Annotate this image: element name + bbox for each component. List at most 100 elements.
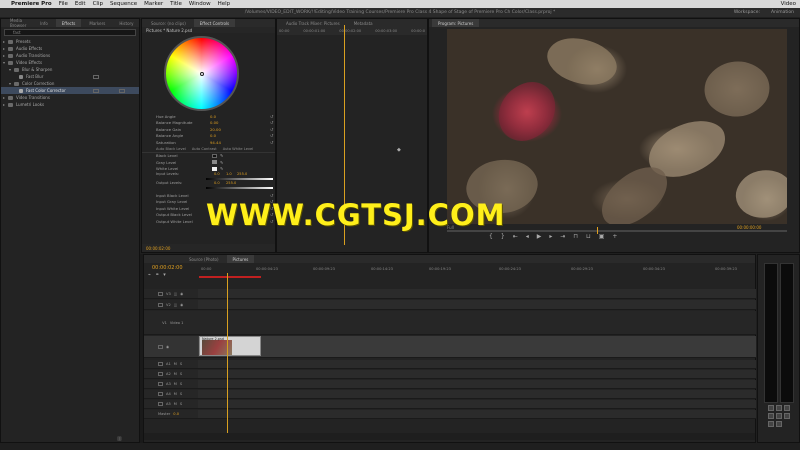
track-target-toggle[interactable] xyxy=(158,392,163,396)
fx-ruler[interactable]: 00:00 00:00:01:00 00:00:02:00 00:00:03:0… xyxy=(277,27,427,35)
menu-window[interactable]: Window xyxy=(189,1,211,7)
tree-item-audio-transitions[interactable]: ▸ Audio Transitions xyxy=(1,52,139,59)
mute-icon[interactable]: M xyxy=(174,392,177,396)
eye-icon[interactable]: ◉ xyxy=(180,292,183,296)
wheel-handle[interactable] xyxy=(200,72,204,76)
timeline-clip[interactable]: Nature 2.psd xyxy=(199,336,261,356)
menu-file[interactable]: File xyxy=(59,1,68,7)
eyedropper-icon[interactable]: ✎ xyxy=(220,160,223,165)
tree-item-video-transitions[interactable]: ▸ Video Transitions xyxy=(1,94,139,101)
color-swatch[interactable] xyxy=(212,166,217,171)
track-target-toggle[interactable] xyxy=(158,344,163,349)
extract-icon[interactable]: ⊔ xyxy=(586,233,591,240)
master-volume-value[interactable]: 0.0 xyxy=(173,412,179,416)
tab-effect-controls[interactable]: Effect Controls xyxy=(193,19,236,27)
eye-icon[interactable]: ◉ xyxy=(166,345,169,349)
menu-clip[interactable]: Clip xyxy=(93,1,103,7)
tree-item-video-effects[interactable]: ▾ Video Effects xyxy=(1,59,139,66)
menu-title[interactable]: Title xyxy=(170,1,182,7)
tree-item-lumetri-looks[interactable]: ▸ Lumetri Looks xyxy=(1,101,139,108)
work-area-bar[interactable] xyxy=(199,276,261,278)
eye-icon[interactable]: ◉ xyxy=(180,303,183,307)
lift-icon[interactable]: ⊓ xyxy=(573,233,578,240)
mark-out-icon[interactable]: } xyxy=(501,233,505,240)
menubar-video[interactable]: Video xyxy=(781,1,796,7)
reset-icon[interactable]: ↺ xyxy=(270,133,273,138)
menu-help[interactable]: Help xyxy=(218,1,231,7)
reset-icon[interactable]: ↺ xyxy=(270,114,273,119)
add-button-icon[interactable]: + xyxy=(612,233,617,240)
lock-icon[interactable]: ◫ xyxy=(174,292,177,296)
param-value[interactable]: 0.0 xyxy=(210,114,216,119)
param-value[interactable]: 94.44 xyxy=(210,140,221,145)
track-target-toggle[interactable] xyxy=(158,382,163,386)
mute-icon[interactable]: M xyxy=(174,402,177,406)
go-to-in-icon[interactable]: ⇤ xyxy=(513,233,518,240)
auto-black-level-button[interactable]: Auto Black Level xyxy=(156,147,186,151)
reset-icon[interactable]: ↺ xyxy=(270,140,273,145)
app-name-menu[interactable]: Premiere Pro xyxy=(11,1,52,7)
solo-icon[interactable]: S xyxy=(180,382,182,386)
reset-icon[interactable]: ↺ xyxy=(270,127,273,132)
tree-item-color-correction[interactable]: ▾ Color Correction xyxy=(1,80,139,87)
zoom-tool-icon[interactable] xyxy=(776,421,782,427)
timeline-playhead[interactable] xyxy=(227,273,228,439)
program-timecode[interactable]: 00:00:00:00 xyxy=(737,225,761,230)
output-white-value[interactable]: 255.0 xyxy=(226,181,236,185)
lock-icon[interactable]: ◫ xyxy=(174,303,177,307)
output-levels-gradient[interactable] xyxy=(206,187,273,189)
solo-icon[interactable]: S xyxy=(180,362,182,366)
tree-item-presets[interactable]: ▸ Presets xyxy=(1,38,139,45)
effects-search-input[interactable]: fast xyxy=(4,29,136,36)
param-value[interactable]: 20.00 xyxy=(210,127,221,132)
tab-audio-mixer[interactable]: Audio Track Mixer: Pictures xyxy=(280,19,346,27)
pen-tool-icon[interactable] xyxy=(784,413,790,419)
ripple-edit-tool-icon[interactable] xyxy=(784,405,790,411)
output-black-value[interactable]: 0.0 xyxy=(214,181,220,185)
menu-marker[interactable]: Marker xyxy=(144,1,163,7)
play-icon[interactable]: ▶ xyxy=(537,233,542,240)
solo-icon[interactable]: S xyxy=(180,402,182,406)
linked-selection-icon[interactable]: ⚭ xyxy=(155,272,159,278)
tree-item-audio-effects[interactable]: ▸ Audio Effects xyxy=(1,45,139,52)
menu-edit[interactable]: Edit xyxy=(75,1,86,7)
auto-contrast-button[interactable]: Auto Contrast xyxy=(192,147,217,151)
tab-source[interactable]: Source: (no clips) xyxy=(145,19,192,27)
slip-tool-icon[interactable] xyxy=(776,413,782,419)
track-target-toggle[interactable] xyxy=(158,362,163,366)
param-value[interactable]: 0.00 xyxy=(210,120,218,125)
track-target-toggle[interactable] xyxy=(158,402,163,406)
keyframe-diamond-icon[interactable]: ◆ xyxy=(397,147,401,153)
tab-history[interactable]: History xyxy=(113,19,139,27)
eyedropper-icon[interactable]: ✎ xyxy=(220,153,223,158)
tree-item-fast-color-corrector[interactable]: Fast Color Corrector xyxy=(1,87,139,94)
input-white-value[interactable]: 255.0 xyxy=(237,172,247,176)
timeline-scrollbar[interactable] xyxy=(144,433,755,440)
tab-metadata[interactable]: Metadata xyxy=(348,19,379,27)
tab-program[interactable]: Program: Pictures xyxy=(432,19,480,27)
reset-icon[interactable]: ↺ xyxy=(270,193,273,198)
tab-sequence-pictures[interactable]: Pictures xyxy=(226,255,255,263)
mute-icon[interactable]: M xyxy=(174,362,177,366)
track-select-tool-icon[interactable] xyxy=(776,405,782,411)
solo-icon[interactable]: S xyxy=(180,372,182,376)
selection-tool-icon[interactable] xyxy=(768,405,774,411)
tree-item-blur-sharpen[interactable]: ▾ Blur & Sharpen xyxy=(1,66,139,73)
mute-icon[interactable]: M xyxy=(174,382,177,386)
tab-source-photo[interactable]: Source (Photo) xyxy=(183,255,225,263)
mute-icon[interactable]: M xyxy=(174,372,177,376)
step-forward-icon[interactable]: ▸ xyxy=(549,233,552,240)
eyedropper-icon[interactable]: ✎ xyxy=(220,166,223,171)
tab-info[interactable]: Info xyxy=(34,19,54,27)
hand-tool-icon[interactable] xyxy=(768,421,774,427)
step-back-icon[interactable]: ◂ xyxy=(526,233,529,240)
color-swatch[interactable] xyxy=(212,153,217,158)
fx-timecode[interactable]: 00:00:02:00 xyxy=(142,244,275,252)
razor-tool-icon[interactable] xyxy=(768,413,774,419)
snap-icon[interactable]: ⌁ xyxy=(148,272,151,278)
tab-media-browser[interactable]: Media Browser xyxy=(4,18,32,28)
reset-icon[interactable]: ↺ xyxy=(270,120,273,125)
mark-in-icon[interactable]: { xyxy=(489,233,493,240)
export-frame-icon[interactable]: ▣ xyxy=(599,233,605,240)
input-black-value[interactable]: 0.0 xyxy=(214,172,220,176)
